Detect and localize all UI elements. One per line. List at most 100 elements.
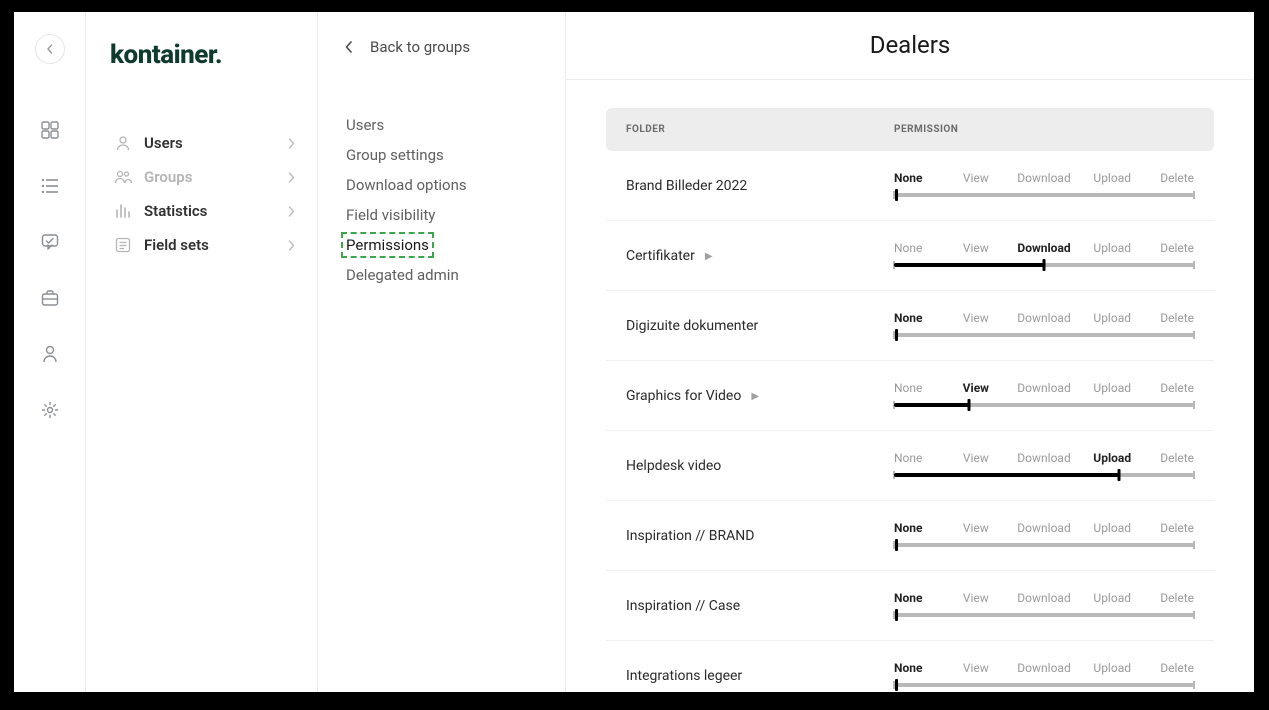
permission-row: Brand Billeder 2022NoneViewDownloadUploa… bbox=[606, 151, 1214, 221]
folder-name[interactable]: Certifikater▶ bbox=[626, 248, 894, 264]
app-window: kontainer. UsersGroupsStatisticsField se… bbox=[14, 12, 1254, 692]
level-label: View bbox=[942, 451, 1010, 465]
level-label: Delete bbox=[1146, 381, 1194, 395]
slider-handle[interactable] bbox=[895, 539, 898, 551]
level-label: Download bbox=[1010, 171, 1078, 185]
subnav-item-group-settings[interactable]: Group settings bbox=[346, 140, 541, 170]
permission-slider[interactable]: NoneViewDownloadUploadDelete bbox=[894, 381, 1194, 411]
level-label: Download bbox=[1010, 381, 1078, 395]
subnav-item-delegated-admin[interactable]: Delegated admin bbox=[346, 260, 541, 290]
chevron-right-icon bbox=[288, 240, 295, 251]
main-panel: Dealers FOLDER PERMISSION Brand Billeder… bbox=[566, 12, 1254, 692]
level-label: Upload bbox=[1078, 521, 1146, 535]
subnav-item-field-visibility[interactable]: Field visibility bbox=[346, 200, 541, 230]
nav-item-users[interactable]: Users bbox=[110, 126, 299, 160]
folder-name[interactable]: Graphics for Video▶ bbox=[626, 388, 894, 404]
level-label: None bbox=[894, 661, 942, 675]
gear-icon[interactable] bbox=[38, 398, 62, 422]
back-to-groups-link[interactable]: Back to groups bbox=[344, 38, 541, 56]
brand-logo: kontainer. bbox=[110, 40, 299, 70]
permission-slider[interactable]: NoneViewDownloadUploadDelete bbox=[894, 171, 1194, 201]
permission-row: Inspiration // CaseNoneViewDownloadUploa… bbox=[606, 571, 1214, 641]
slider-handle[interactable] bbox=[895, 189, 898, 201]
slider-handle[interactable] bbox=[895, 609, 898, 621]
level-label: Upload bbox=[1078, 311, 1146, 325]
chevron-left-icon bbox=[344, 41, 354, 53]
briefcase-icon[interactable] bbox=[38, 286, 62, 310]
level-label: View bbox=[942, 171, 1010, 185]
level-label: Delete bbox=[1146, 451, 1194, 465]
nav-item-statistics[interactable]: Statistics bbox=[110, 194, 299, 228]
permission-row: Graphics for Video▶NoneViewDownloadUploa… bbox=[606, 361, 1214, 431]
level-label: Download bbox=[1010, 311, 1078, 325]
slider-handle[interactable] bbox=[895, 329, 898, 341]
nav-item-fieldsets[interactable]: Field sets bbox=[110, 228, 299, 262]
permission-row: Certifikater▶NoneViewDownloadUploadDelet… bbox=[606, 221, 1214, 291]
level-label: Delete bbox=[1146, 661, 1194, 675]
nav-label: Statistics bbox=[144, 202, 207, 220]
permissions-area: FOLDER PERMISSION Brand Billeder 2022Non… bbox=[566, 80, 1254, 692]
permissions-header: FOLDER PERMISSION bbox=[606, 108, 1214, 151]
level-label: None bbox=[894, 171, 942, 185]
subnav-item-users[interactable]: Users bbox=[346, 110, 541, 140]
level-label: View bbox=[942, 241, 1010, 255]
subnav-item-permissions[interactable]: Permissions bbox=[341, 232, 434, 258]
expand-triangle-icon: ▶ bbox=[705, 251, 713, 262]
folder-name: Digizuite dokumenter bbox=[626, 318, 894, 334]
chevron-left-icon bbox=[45, 44, 55, 54]
permission-slider[interactable]: NoneViewDownloadUploadDelete bbox=[894, 311, 1194, 341]
level-label: Upload bbox=[1078, 451, 1146, 465]
level-label: Delete bbox=[1146, 591, 1194, 605]
slider-handle[interactable] bbox=[1043, 259, 1046, 271]
stats-icon bbox=[114, 202, 132, 220]
folder-name: Inspiration // Case bbox=[626, 598, 894, 614]
level-label: None bbox=[894, 241, 942, 255]
permission-slider[interactable]: NoneViewDownloadUploadDelete bbox=[894, 521, 1194, 551]
permission-slider[interactable]: NoneViewDownloadUploadDelete bbox=[894, 591, 1194, 621]
level-label: Upload bbox=[1078, 381, 1146, 395]
header-folder: FOLDER bbox=[626, 124, 894, 135]
level-label: Download bbox=[1010, 521, 1078, 535]
nav-label: Field sets bbox=[144, 236, 209, 254]
permission-slider[interactable]: NoneViewDownloadUploadDelete bbox=[894, 451, 1194, 481]
chevron-right-icon bbox=[288, 206, 295, 217]
fieldsets-icon bbox=[114, 236, 132, 254]
slider-handle[interactable] bbox=[968, 399, 971, 411]
level-label: Download bbox=[1010, 661, 1078, 675]
permission-row: Helpdesk videoNoneViewDownloadUploadDele… bbox=[606, 431, 1214, 501]
level-label: Delete bbox=[1146, 241, 1194, 255]
level-label: Delete bbox=[1146, 311, 1194, 325]
level-label: None bbox=[894, 521, 942, 535]
list-icon[interactable] bbox=[38, 174, 62, 198]
permission-slider[interactable]: NoneViewDownloadUploadDelete bbox=[894, 241, 1194, 271]
level-label: Upload bbox=[1078, 591, 1146, 605]
folder-name: Inspiration // BRAND bbox=[626, 528, 894, 544]
level-label: Delete bbox=[1146, 521, 1194, 535]
chevron-right-icon bbox=[288, 172, 295, 183]
subnav-item-download-options[interactable]: Download options bbox=[346, 170, 541, 200]
expand-triangle-icon: ▶ bbox=[751, 391, 759, 402]
user-icon bbox=[114, 134, 132, 152]
back-label: Back to groups bbox=[370, 38, 470, 56]
level-label: Download bbox=[1010, 241, 1078, 255]
level-label: None bbox=[894, 381, 942, 395]
dashboard-icon[interactable] bbox=[38, 118, 62, 142]
rail-back-button[interactable] bbox=[35, 34, 65, 64]
permission-slider[interactable]: NoneViewDownloadUploadDelete bbox=[894, 661, 1194, 691]
slider-handle[interactable] bbox=[895, 679, 898, 691]
permission-row: Integrations legeerNoneViewDownloadUploa… bbox=[606, 641, 1214, 692]
nav-item-groups[interactable]: Groups bbox=[110, 160, 299, 194]
slider-handle[interactable] bbox=[1118, 469, 1121, 481]
level-label: Upload bbox=[1078, 171, 1146, 185]
chat-icon[interactable] bbox=[38, 230, 62, 254]
level-label: View bbox=[942, 591, 1010, 605]
level-label: Download bbox=[1010, 451, 1078, 465]
level-label: View bbox=[942, 311, 1010, 325]
main-nav: kontainer. UsersGroups Statistics Field se… bbox=[86, 12, 318, 692]
level-label: None bbox=[894, 311, 942, 325]
page-title: Dealers bbox=[566, 12, 1254, 80]
folder-name: Helpdesk video bbox=[626, 458, 894, 474]
user-icon[interactable] bbox=[38, 342, 62, 366]
level-label: None bbox=[894, 451, 942, 465]
sub-nav: Back to groups UsersGroup settingsDownlo… bbox=[318, 12, 566, 692]
